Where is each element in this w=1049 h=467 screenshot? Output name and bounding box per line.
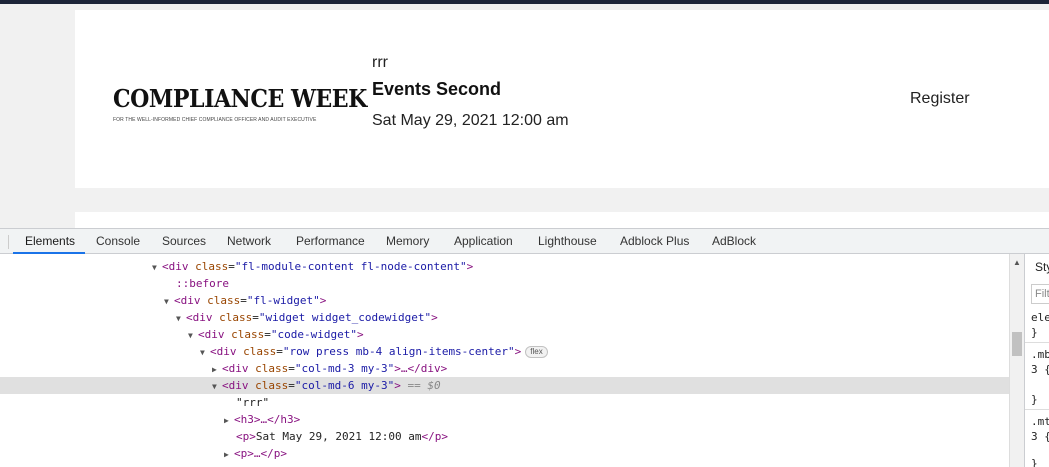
tag-name: <div [162, 260, 189, 273]
tag-close: </p> [421, 430, 448, 443]
dom-node-fl-module-content[interactable]: ▼ <div class="fl-module-content fl-node-c… [0, 258, 1009, 275]
tag-close: > [356, 328, 364, 341]
register-link[interactable]: Register [910, 90, 970, 108]
style-rule-divider [1025, 409, 1049, 410]
attr-name: class [207, 294, 241, 307]
expanded-triangle-icon[interactable]: ▼ [212, 378, 222, 395]
style-rule-line: 3 { [1031, 430, 1049, 443]
tab-console[interactable]: Console [96, 229, 140, 254]
text-node: "rrr" [236, 396, 270, 409]
text-node: Sat May 29, 2021 12:00 am [255, 430, 422, 443]
dom-node-code-widget[interactable]: ▼ <div class="code-widget"> [0, 326, 1009, 343]
tag-close: > [514, 345, 522, 358]
tab-performance[interactable]: Performance [296, 229, 365, 254]
dom-node-before[interactable]: ::before [0, 275, 1009, 292]
scrollbar-thumb[interactable] [1012, 332, 1022, 356]
elements-tree[interactable]: ▼ <div class="fl-module-content fl-node-c… [0, 254, 1009, 467]
attr-value: "code-widget" [270, 328, 357, 341]
event-info: rrr Events Second Sat May 29, 2021 12:00… [372, 54, 569, 130]
tag-name: <h3>…</h3> [234, 413, 301, 426]
attr-name: class [195, 260, 229, 273]
attr-name: class [243, 345, 277, 358]
tab-adblock[interactable]: AdBlock [712, 229, 756, 254]
style-rule-line: } [1031, 393, 1038, 406]
dom-node-h3[interactable]: ▶ <h3>…</h3> [0, 411, 1009, 428]
tab-separator [8, 235, 9, 249]
tab-elements[interactable]: Elements [25, 229, 75, 254]
dom-node-col-md-6-selected[interactable]: ▼ <div class="col-md-6 my-3"> == $0 [0, 377, 1009, 394]
expanded-triangle-icon[interactable]: ▼ [188, 327, 198, 344]
tag-close: >…</div> [394, 362, 448, 375]
tab-network[interactable]: Network [227, 229, 271, 254]
expanded-triangle-icon[interactable]: ▼ [152, 259, 162, 276]
expanded-triangle-icon[interactable]: ▼ [200, 344, 210, 361]
tag-name: <p>…</p> [234, 447, 287, 460]
dom-node-row-press[interactable]: ▼ <div class="row press mb-4 align-items-… [0, 343, 1009, 360]
tag-close: > [466, 260, 474, 273]
collapsed-triangle-icon[interactable]: ▶ [224, 446, 234, 463]
selected-node-marker: == $0 [407, 379, 441, 392]
tab-adblock-plus[interactable]: Adblock Plus [620, 229, 689, 254]
styles-pane: Styles Filter ele } .mb 3 { } .mt 3 { } [1024, 254, 1049, 467]
attr-value: "col-md-6 my-3" [294, 379, 395, 392]
dom-node-p[interactable]: ▶ <p>…</p> [0, 445, 1009, 462]
tag-name: <div [210, 345, 237, 358]
attr-name: class [255, 379, 289, 392]
tag-name: <div [222, 379, 249, 392]
tag-name: <div [198, 328, 225, 341]
tab-styles[interactable]: Styles [1035, 260, 1049, 274]
style-rule-line: .mt [1031, 415, 1049, 428]
dom-node-widget-codewidget[interactable]: ▼ <div class="widget widget_codewidget"> [0, 309, 1009, 326]
expanded-triangle-icon[interactable]: ▼ [176, 310, 186, 327]
dom-node-col-md-3[interactable]: ▶ <div class="col-md-3 my-3">…</div> [0, 360, 1009, 377]
elements-scrollbar[interactable]: ▲ [1009, 254, 1024, 467]
dom-node-text-rrr[interactable]: "rrr" [0, 394, 1009, 411]
event-card: COMPLIANCE WEEK FOR THE WELL-INFORMED CH… [75, 10, 1049, 188]
tab-memory[interactable]: Memory [386, 229, 429, 254]
tag-name: <div [222, 362, 249, 375]
attr-value: "widget widget_codewidget" [258, 311, 432, 324]
pseudo-element: ::before [176, 277, 229, 290]
expanded-triangle-icon[interactable]: ▼ [164, 293, 174, 310]
flex-badge[interactable]: flex [525, 346, 548, 358]
collapsed-triangle-icon[interactable]: ▶ [212, 361, 222, 378]
tag-name: <div [186, 311, 213, 324]
attr-value: "fl-widget" [246, 294, 320, 307]
style-rule-divider [1025, 342, 1049, 343]
attr-value: "col-md-3 my-3" [294, 362, 395, 375]
attr-value: "row press mb-4 align-items-center" [282, 345, 515, 358]
tag-close: > [431, 311, 438, 324]
style-rule-line: .mb [1031, 348, 1049, 361]
dom-node-p-date[interactable]: <p>Sat May 29, 2021 12:00 am</p> [0, 428, 1009, 445]
logo-tagline: FOR THE WELL-INFORMED CHIEF COMPLIANCE O… [113, 117, 317, 123]
style-rule-line: ele [1031, 311, 1049, 324]
style-rule-line: } [1031, 326, 1038, 339]
tag-name: <div [174, 294, 201, 307]
compliance-week-logo[interactable]: COMPLIANCE WEEK FOR THE WELL-INFORMED CH… [113, 84, 367, 123]
attr-value: "fl-module-content fl-node-content" [234, 260, 467, 273]
collapsed-triangle-icon[interactable]: ▶ [224, 412, 234, 429]
tab-lighthouse[interactable]: Lighthouse [538, 229, 597, 254]
tag-close: > [394, 379, 401, 392]
style-rule-line: } [1031, 457, 1038, 467]
logo-title: COMPLIANCE WEEK [113, 84, 367, 113]
next-card [75, 212, 1049, 228]
event-title: Events Second [372, 79, 502, 99]
style-rule-line: 3 { [1031, 363, 1049, 376]
devtools-tabbar: Elements Console Sources Network Perform… [0, 228, 1049, 254]
event-date: Sat May 29, 2021 12:00 am [372, 112, 569, 129]
event-pretitle: rrr [372, 54, 388, 71]
tag-name: <p> [236, 430, 256, 443]
attr-name: class [255, 362, 289, 375]
top-navigation-bar [0, 0, 1049, 4]
tab-application[interactable]: Application [454, 229, 513, 254]
scroll-up-icon[interactable]: ▲ [1013, 258, 1021, 267]
attr-name: class [219, 311, 253, 324]
dom-node-fl-widget[interactable]: ▼ <div class="fl-widget"> [0, 292, 1009, 309]
styles-filter-input[interactable]: Filter [1031, 284, 1049, 304]
tag-close: > [319, 294, 327, 307]
tab-sources[interactable]: Sources [162, 229, 206, 254]
attr-name: class [231, 328, 265, 341]
devtools-panel: Elements Console Sources Network Perform… [0, 228, 1049, 467]
